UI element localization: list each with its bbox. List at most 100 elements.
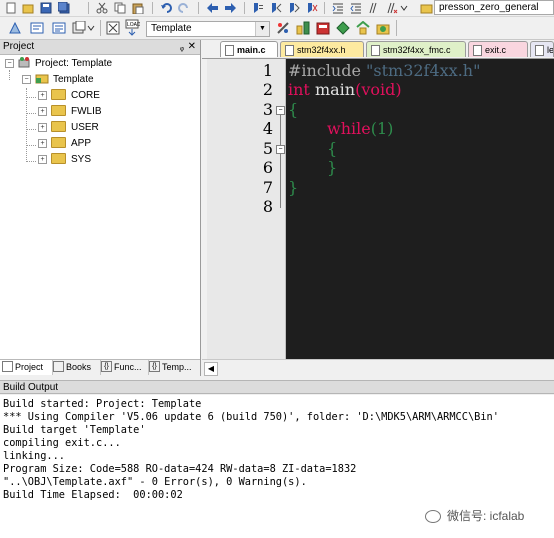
redo-icon[interactable]	[178, 2, 190, 14]
tab-exit-c[interactable]: exit.c	[468, 41, 528, 57]
tab-functions[interactable]: {} Func...	[99, 360, 149, 375]
tab-overflow[interactable]: le	[530, 41, 554, 57]
batch-build-icon[interactable]	[72, 21, 86, 35]
pin-icon[interactable]: ᵩ	[180, 40, 184, 54]
horizontal-scrollbar[interactable]: ◀	[202, 359, 554, 377]
target-name-combo[interactable]: presson_zero_general	[434, 0, 554, 15]
download-icon[interactable]: LOAD	[124, 19, 140, 37]
tree-item-project[interactable]: − Project: Template	[5, 56, 112, 72]
target-folder-icon	[35, 74, 49, 84]
chevron-down-icon[interactable]: ▼	[255, 22, 269, 36]
tree-item-group[interactable]: + FWLIB	[38, 104, 102, 120]
stop-build-icon[interactable]	[106, 21, 120, 35]
expand-icon[interactable]: +	[38, 122, 47, 132]
prev-bookmark-icon[interactable]	[270, 2, 282, 14]
expand-icon[interactable]: +	[38, 138, 47, 148]
fold-collapse-icon[interactable]: −	[276, 145, 285, 154]
file-extensions-icon[interactable]	[296, 21, 310, 35]
tree-item-label: Template	[53, 74, 94, 85]
pack-installer-icon[interactable]	[336, 21, 350, 35]
code-token: (1)	[370, 119, 394, 138]
tree-item-group[interactable]: + CORE	[38, 88, 100, 104]
select-pack-icon[interactable]	[356, 21, 370, 35]
translate-icon[interactable]	[8, 21, 22, 35]
tree-connector	[26, 88, 27, 160]
output-line: *** Using Compiler 'V5.06 update 6 (buil…	[3, 411, 499, 423]
code-token: main	[309, 80, 356, 99]
project-icon	[18, 57, 30, 68]
indent-icon[interactable]	[332, 2, 344, 14]
scroll-left-icon[interactable]: ◀	[204, 362, 218, 376]
templates-icon: {}	[149, 361, 160, 373]
collapse-icon[interactable]: −	[5, 58, 14, 68]
tab-stm32f4xx-h[interactable]: stm32f4xx.h	[280, 41, 364, 57]
nav-forward-icon[interactable]	[224, 2, 237, 14]
chevron-down-icon[interactable]	[400, 3, 408, 13]
expand-icon[interactable]: +	[38, 154, 47, 164]
tree-item-group[interactable]: + USER	[38, 120, 99, 136]
folder-icon	[51, 136, 66, 148]
build-icon[interactable]	[30, 21, 44, 35]
output-line: compiling exit.c...	[3, 437, 121, 449]
output-line: Build started: Project: Template	[3, 398, 202, 410]
chevron-down-icon[interactable]	[87, 23, 95, 33]
code-line-1: #include "stm32f4xx.h"	[288, 61, 480, 80]
line-number: 1	[262, 61, 273, 80]
code-token: {	[327, 139, 338, 158]
nav-back-icon[interactable]	[206, 2, 219, 14]
target-select-value: Template	[151, 23, 192, 34]
tab-templates[interactable]: {} Temp...	[147, 360, 201, 375]
code-editor[interactable]: 1 2 3 4 5 6 7 8 − − #include "stm32f4xx.…	[207, 59, 554, 359]
tree-item-group[interactable]: + APP	[38, 136, 91, 152]
target-options-icon[interactable]	[276, 21, 290, 35]
build-toolbar: LOAD Template ▼	[0, 17, 554, 40]
save-icon[interactable]	[40, 2, 52, 14]
next-bookmark-icon[interactable]	[288, 2, 300, 14]
code-line-7: }	[288, 178, 298, 197]
tab-label: Books	[66, 362, 92, 372]
cut-icon[interactable]	[96, 2, 108, 14]
unindent-icon[interactable]	[350, 2, 362, 14]
tab-label: Project	[15, 362, 44, 372]
comment-icon[interactable]	[368, 2, 380, 14]
expand-icon[interactable]: +	[38, 106, 47, 116]
uncomment-icon[interactable]	[386, 2, 398, 14]
clear-bookmarks-icon[interactable]	[306, 2, 318, 14]
undo-icon[interactable]	[160, 2, 172, 14]
collapse-icon[interactable]: −	[22, 74, 31, 84]
folder-icon	[51, 152, 66, 164]
code-token: while	[327, 119, 371, 138]
tab-label: main.c	[237, 45, 266, 55]
books-icon	[53, 361, 64, 373]
environment-icon[interactable]	[376, 21, 390, 35]
copy-icon[interactable]	[114, 2, 126, 14]
paste-icon[interactable]	[132, 2, 144, 14]
tab-books[interactable]: Books	[51, 360, 101, 375]
tree-item-target[interactable]: − Template	[22, 72, 94, 88]
manage-runtime-icon[interactable]	[316, 21, 330, 35]
code-token: {	[288, 100, 299, 119]
code-token: }	[327, 158, 338, 177]
code-token: int	[288, 80, 310, 99]
find-in-files-icon[interactable]	[420, 2, 433, 14]
tab-project[interactable]: Project	[0, 360, 53, 375]
code-token: "stm32f4xx.h"	[366, 61, 481, 80]
new-file-icon[interactable]	[6, 2, 16, 14]
fold-line	[280, 154, 281, 208]
tree-connector	[26, 161, 36, 162]
close-icon[interactable]: ✕	[188, 40, 196, 54]
save-all-icon[interactable]	[58, 2, 70, 14]
tab-main-c[interactable]: main.c	[220, 41, 278, 57]
fold-collapse-icon[interactable]: −	[276, 106, 285, 115]
line-number: 3	[262, 100, 273, 119]
tree-item-group[interactable]: + SYS	[38, 152, 91, 168]
rebuild-icon[interactable]	[52, 21, 66, 35]
open-folder-icon[interactable]	[22, 2, 34, 14]
toolbar-separator	[100, 20, 101, 36]
expand-icon[interactable]: +	[38, 90, 47, 100]
tab-stm32f4xx-fmc-c[interactable]: stm32f4xx_fmc.c	[366, 41, 466, 57]
target-select[interactable]: Template ▼	[146, 21, 270, 37]
toolbar-separator	[244, 2, 245, 14]
code-line-5: {	[327, 139, 337, 158]
bookmark-icon[interactable]	[252, 2, 264, 14]
